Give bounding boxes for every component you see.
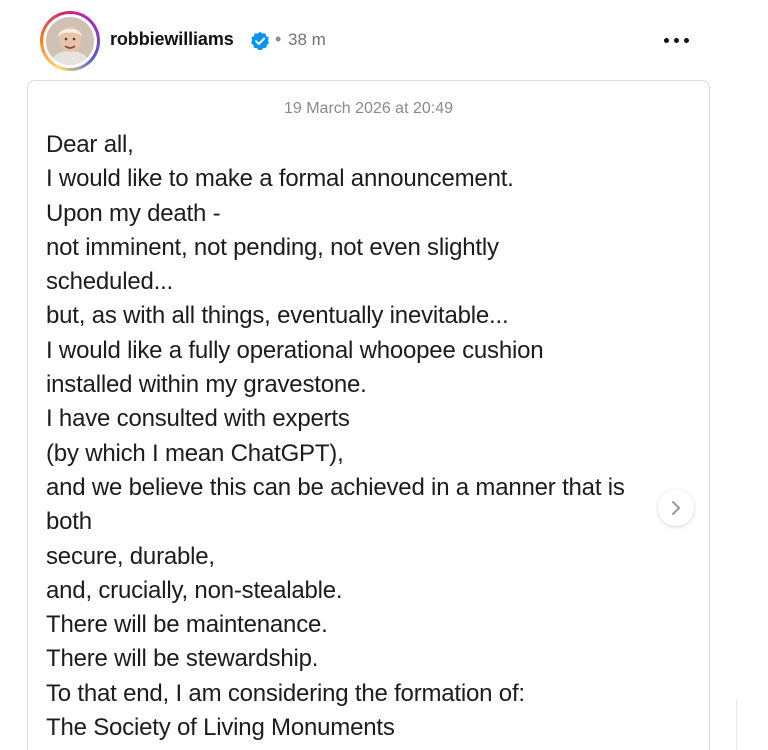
note-line: but, as with all things, eventually inev…	[46, 302, 509, 330]
post-media-card[interactable]: 19 March 2026 at 20:49 Dear all, I would…	[27, 80, 710, 750]
more-options-icon	[674, 38, 679, 43]
note-line: secure, durable,	[46, 542, 215, 570]
post-timestamp[interactable]: 38 m	[288, 30, 326, 50]
note-line: both	[46, 508, 92, 536]
divider	[736, 700, 737, 750]
verified-badge-icon	[250, 31, 270, 51]
note-line: not imminent, not pending, not even slig…	[46, 233, 499, 261]
note-line: There will be maintenance.	[46, 611, 328, 639]
note-line: Upon my death -	[46, 199, 221, 227]
note-line: There will be stewardship.	[46, 645, 319, 673]
avatar[interactable]	[40, 11, 100, 71]
note-line: The Society of Living Monuments	[46, 714, 395, 742]
post-header: robbiewilliams • 38 m	[0, 0, 768, 80]
note-line: Dear all,	[46, 131, 134, 158]
more-options-icon	[684, 38, 689, 43]
instagram-post: robbiewilliams • 38 m 19 March 2026 at 2…	[0, 0, 768, 750]
profile-photo	[46, 17, 94, 65]
note-date: 19 March 2026 at 20:49	[283, 100, 453, 117]
note-line: I would like to make a formal announceme…	[46, 165, 514, 193]
note-line: and we believe this can be achieved in a…	[46, 473, 625, 501]
avatar-border	[43, 14, 97, 68]
note-line: (by which I mean ChatGPT),	[46, 439, 344, 467]
chevron-right-icon	[672, 501, 680, 515]
username-link[interactable]: robbiewilliams	[110, 29, 234, 50]
separator-dot: •	[275, 29, 282, 49]
more-options-button[interactable]	[660, 26, 694, 54]
note-body: Dear all, I would like to make a formal …	[46, 128, 706, 745]
note-line: scheduled...	[46, 268, 174, 296]
note-line: I would like a fully operational whoopee…	[46, 336, 544, 364]
note-line: installed within my gravestone.	[46, 371, 367, 399]
more-options-icon	[664, 38, 669, 43]
carousel-next-button[interactable]	[658, 490, 694, 526]
note-line: and, crucially, non-stealable.	[46, 576, 343, 604]
note-line: I have consulted with experts	[46, 405, 350, 433]
note-line: To that end, I am considering the format…	[46, 679, 525, 707]
